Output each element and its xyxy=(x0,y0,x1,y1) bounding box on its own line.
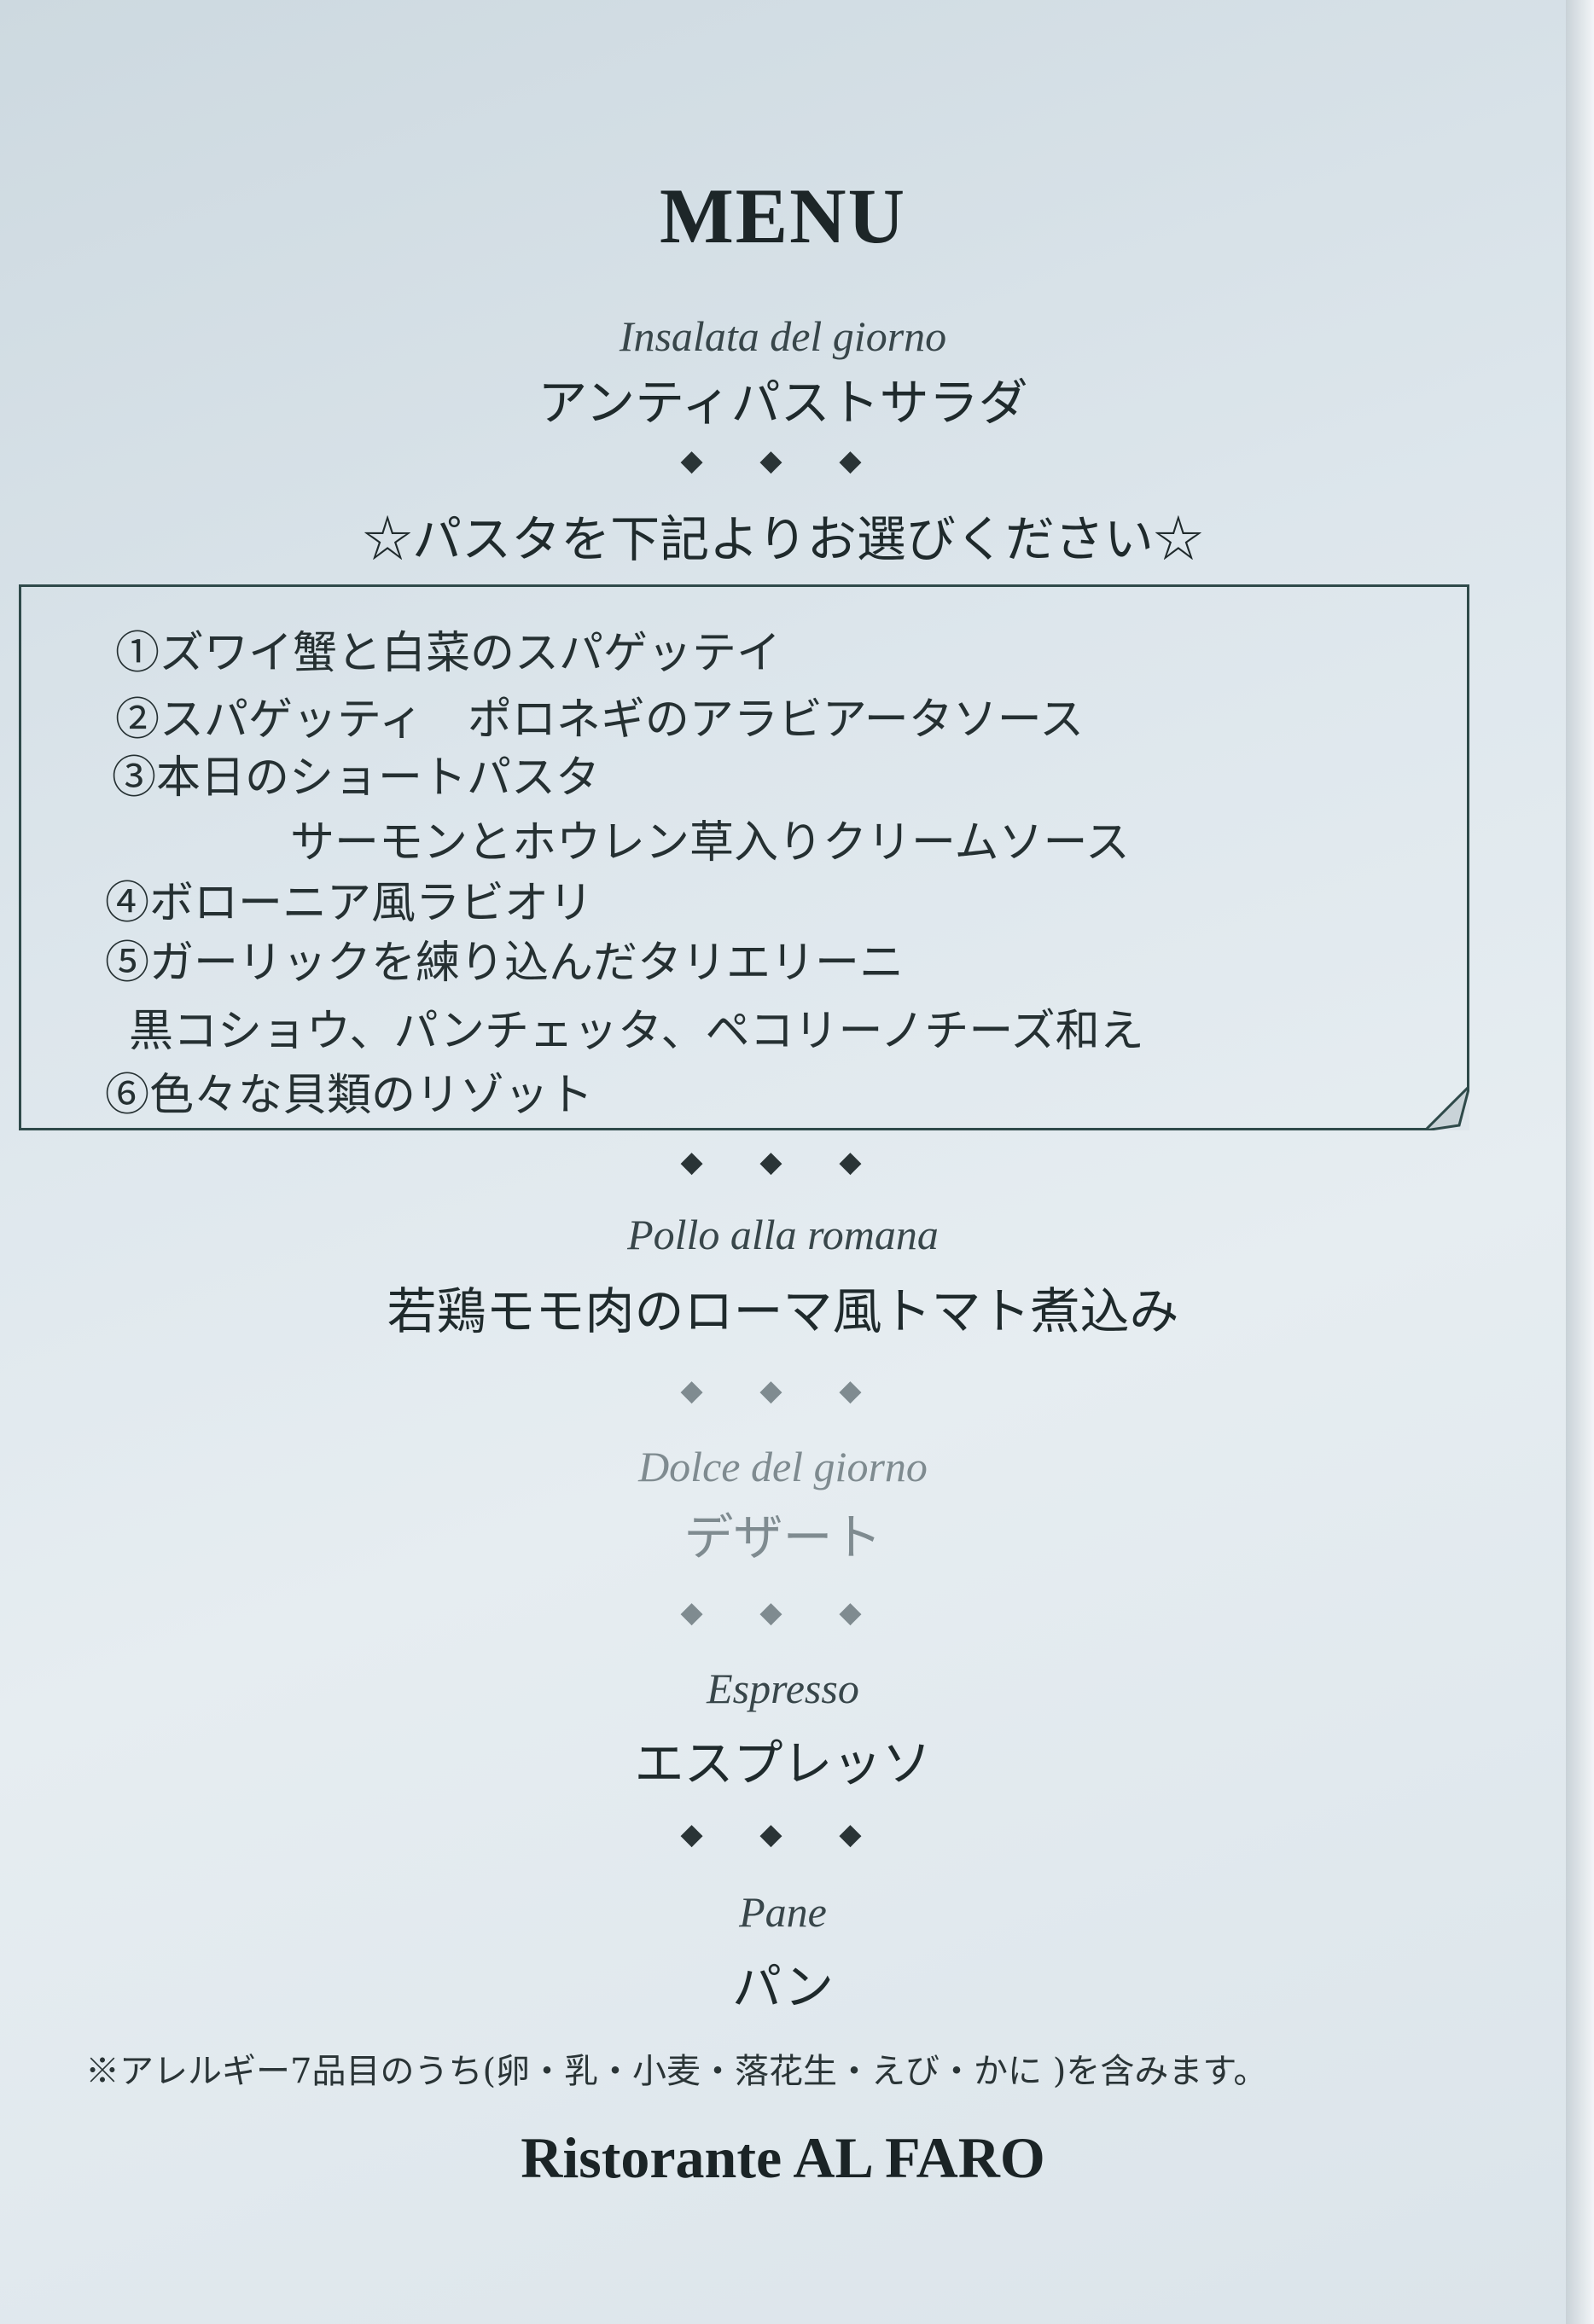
pasta-item-5-detail: 黒コショウ、パンチェッタ、ペコリーノチーズ和え xyxy=(129,1006,1144,1057)
pasta-item-5: ⑤ガーリックを練り込んだタリエリーニ xyxy=(105,938,905,989)
antipasto-japanese: アンティパストサラダ xyxy=(538,374,1028,432)
pasta-item-2: ②スパゲッティ ポロネギのアラビアータソース xyxy=(115,694,1085,746)
pasta-item-3-detail: サーモンとホウレン草入りクリームソース xyxy=(290,817,1130,869)
allergy-note: ※アレルギー7品目のうち(卵・乳・小麦・落花生・えび・かに )を含みます。 xyxy=(85,2052,1268,2091)
main-italian: Pollo alla romana xyxy=(627,1211,939,1258)
pasta-item-4: ④ボローニア風ラビオリ xyxy=(105,878,594,929)
dessert-italian: Dolce del giorno xyxy=(638,1443,928,1490)
separator-2: ◆ ◆ ◆ xyxy=(680,1145,886,1179)
separator-1: ◆ ◆ ◆ xyxy=(680,444,886,478)
bread-japanese: パン xyxy=(732,1958,834,2016)
pasta-heading: ☆パスタを下記よりお選びください☆ xyxy=(363,510,1203,568)
pasta-item-3: ③本日のショートパスタ xyxy=(112,752,601,804)
coffee-japanese: エスプレッソ xyxy=(634,1734,932,1792)
page-fold-icon xyxy=(1425,1086,1469,1130)
pasta-item-1: ①ズワイ蟹と白菜のスパゲッテイ xyxy=(115,628,782,679)
separator-5: ◆ ◆ ◆ xyxy=(680,1817,886,1851)
menu-title: MENU xyxy=(659,172,907,259)
pasta-item-6: ⑥色々な貝類のリゾット xyxy=(105,1070,594,1121)
bread-italian: Pane xyxy=(739,1888,827,1936)
separator-3: ◆ ◆ ◆ xyxy=(680,1374,886,1408)
coffee-italian: Espresso xyxy=(707,1665,859,1712)
restaurant-name: Ristorante AL FARO xyxy=(521,2125,1045,2190)
antipasto-italian: Insalata del giorno xyxy=(619,312,947,360)
pasta-options-box: ①ズワイ蟹と白菜のスパゲッテイ ②スパゲッティ ポロネギのアラビアータソース ③… xyxy=(19,584,1469,1130)
main-japanese: 若鶏モモ肉のローマ風トマト煮込み xyxy=(387,1282,1179,1340)
menu-page: MENU Insalata del giorno アンティパストサラダ ◆ ◆ … xyxy=(0,0,1566,2324)
separator-4: ◆ ◆ ◆ xyxy=(680,1595,886,1630)
page-edge-shadow xyxy=(1566,0,1594,2324)
dessert-japanese: デザート xyxy=(684,1508,882,1566)
